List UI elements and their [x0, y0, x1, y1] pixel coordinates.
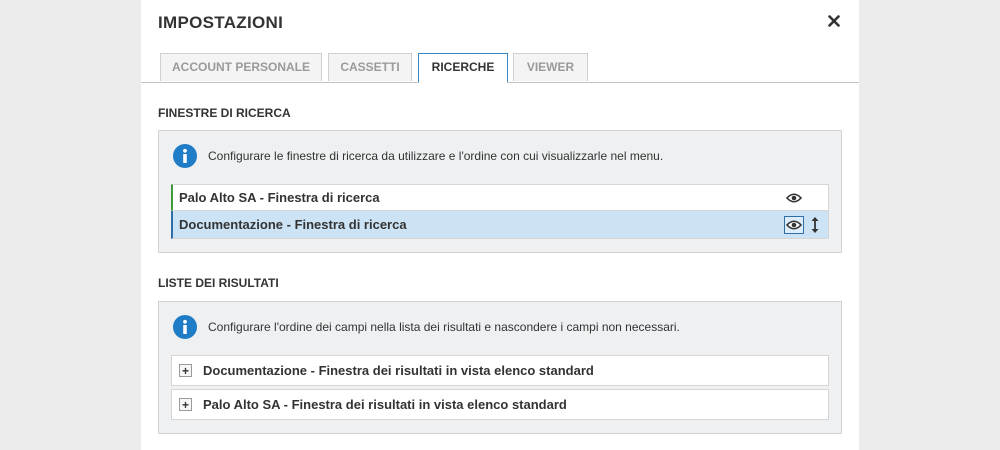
eye-icon-glyph: [786, 192, 802, 203]
info-icon-glyph: [183, 319, 187, 334]
move-vertical-icon[interactable]: [808, 215, 822, 235]
result-list-label: Palo Alto SA - Finestra dei risultati in…: [203, 397, 567, 412]
eye-icon-glyph: [786, 219, 802, 230]
plus-icon[interactable]: +: [179, 398, 192, 411]
tab-account-personale[interactable]: ACCOUNT PERSONALE: [160, 53, 322, 81]
move-vertical-icon-glyph: [811, 216, 819, 233]
result-list-item[interactable]: + Palo Alto SA - Finestra dei risultati …: [171, 389, 829, 420]
tab-ricerche[interactable]: RICERCHE: [418, 53, 508, 83]
result-lists-section-title: LISTE DEI RISULTATI: [158, 276, 279, 290]
plus-icon[interactable]: +: [179, 364, 192, 377]
row-actions: [784, 185, 822, 210]
search-windows-panel: Configurare le finestre di ricerca da ut…: [158, 130, 842, 253]
result-lists-list: + Documentazione - Finestra dei risultat…: [171, 355, 829, 423]
result-list-item[interactable]: + Documentazione - Finestra dei risultat…: [171, 355, 829, 386]
search-window-label: Documentazione - Finestra di ricerca: [179, 217, 407, 232]
tab-cassetti[interactable]: CASSETTI: [328, 53, 412, 81]
tab-viewer[interactable]: VIEWER: [513, 53, 588, 81]
search-windows-info-text: Configurare le finestre di ricerca da ut…: [208, 149, 664, 163]
result-lists-info-text: Configurare l'ordine dei campi nella lis…: [208, 320, 680, 334]
search-windows-info: Configurare le finestre di ricerca da ut…: [173, 142, 663, 170]
info-icon: [173, 315, 197, 339]
search-window-item[interactable]: Palo Alto SA - Finestra di ricerca: [171, 184, 829, 211]
search-windows-section-title: FINESTRE DI RICERCA: [158, 106, 291, 120]
row-actions: [784, 211, 822, 238]
eye-icon[interactable]: [784, 215, 804, 234]
search-window-item-selected[interactable]: Documentazione - Finestra di ricerca: [171, 211, 829, 239]
result-lists-panel: Configurare l'ordine dei campi nella lis…: [158, 301, 842, 434]
result-lists-info: Configurare l'ordine dei campi nella lis…: [173, 313, 680, 341]
settings-dialog: IMPOSTAZIONI ACCOUNT PERSONALE CASSETTI …: [141, 0, 859, 450]
info-icon-glyph: [183, 148, 187, 163]
search-window-label: Palo Alto SA - Finestra di ricerca: [179, 190, 380, 205]
info-icon: [173, 144, 197, 168]
eye-icon[interactable]: [784, 189, 804, 207]
result-list-label: Documentazione - Finestra dei risultati …: [203, 363, 594, 378]
search-windows-list: Palo Alto SA - Finestra di ricerca Docum…: [171, 184, 829, 239]
settings-tabs: ACCOUNT PERSONALE CASSETTI RICERCHE VIEW…: [141, 53, 859, 83]
close-icon[interactable]: [825, 12, 843, 32]
dialog-title: IMPOSTAZIONI: [158, 13, 284, 32]
close-icon-glyph: [828, 15, 840, 27]
